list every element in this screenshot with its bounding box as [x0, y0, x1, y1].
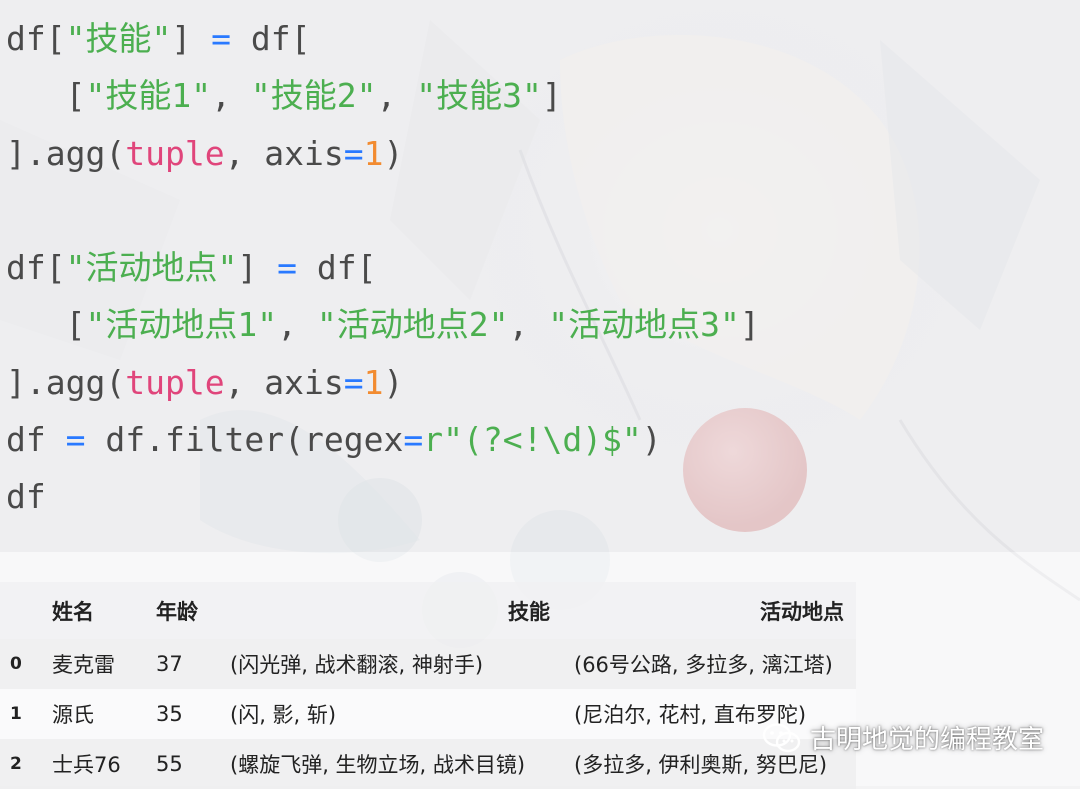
cell-age: 37 — [144, 639, 218, 689]
code-token: 1 — [363, 362, 384, 402]
column-header-age: 年龄 — [144, 582, 218, 639]
code-token: tuple — [125, 362, 225, 402]
code-token: "活动地点1" — [85, 305, 278, 345]
cell-place: (66号公路, 多拉多, 漓江塔) — [562, 639, 856, 689]
code-token: , — [211, 76, 251, 116]
code-token: = — [211, 19, 231, 58]
cell-skill: (闪, 影, 斩) — [218, 689, 562, 739]
watermark-text: 古明地觉的编程教室 — [809, 725, 1044, 755]
code-token: = — [403, 420, 424, 460]
code-token: tuple — [125, 133, 225, 173]
column-header-name: 姓名 — [40, 582, 144, 639]
code-token: ].agg( — [6, 362, 126, 402]
code-token: df[ — [6, 19, 66, 58]
code-token: = — [343, 362, 364, 402]
code-token: "活动地点3" — [548, 305, 740, 345]
code-token: [ — [6, 305, 86, 345]
row-index: 1 — [0, 689, 40, 739]
code-token: "活动地点" — [65, 248, 238, 288]
code-token: ) — [383, 362, 404, 402]
code-token: df[ — [230, 19, 311, 58]
code-token: r"(?<!\d)$" — [423, 420, 642, 460]
code-line[interactable]: df["活动地点"] = df[ — [6, 239, 760, 296]
code-token: df.filter(regex — [85, 420, 404, 460]
code-token: , — [277, 305, 317, 345]
code-token: df — [6, 420, 66, 460]
code-token: "技能2" — [250, 76, 377, 116]
dataframe-table: 姓名 年龄 技能 活动地点 0 麦克雷 37 (闪光弹, 战术翻滚, 神射手) … — [0, 582, 856, 789]
code-token: , — [376, 76, 417, 116]
column-header-skill: 技能 — [218, 582, 562, 639]
code-line[interactable]: ["活动地点1", "活动地点2", "活动地点3"] — [6, 296, 760, 353]
watermark: 古明地觉的编程教室 — [762, 719, 1044, 756]
cell-age: 55 — [144, 739, 218, 789]
code-line[interactable]: df = df.filter(regex=r"(?<!\d)$") — [6, 411, 760, 468]
code-line[interactable]: ].agg(tuple, axis=1) — [6, 125, 760, 182]
code-editor[interactable]: df["技能"] = df[ ["技能1", "技能2", "技能3"]].ag… — [6, 10, 760, 526]
code-token: ] — [171, 19, 212, 58]
wechat-icon — [762, 722, 802, 754]
table-row: 0 麦克雷 37 (闪光弹, 战术翻滚, 神射手) (66号公路, 多拉多, 漓… — [0, 639, 856, 689]
cell-name: 麦克雷 — [40, 639, 144, 689]
code-token: ].agg( — [6, 133, 126, 173]
code-token: , — [508, 305, 549, 345]
row-index: 0 — [0, 639, 40, 689]
code-token: "技能1" — [85, 76, 212, 116]
code-token: ] — [739, 305, 760, 345]
code-token: = — [65, 420, 86, 460]
table-header-row: 姓名 年龄 技能 活动地点 — [0, 582, 856, 639]
table-row: 2 士兵76 55 (螺旋飞弹, 生物立场, 战术目镜) (多拉多, 伊利奥斯,… — [0, 739, 856, 789]
code-line[interactable] — [6, 182, 760, 239]
code-token: 1 — [363, 133, 384, 173]
code-token: ] — [541, 76, 562, 116]
code-token: [ — [6, 76, 86, 116]
code-token: "技能3" — [416, 76, 542, 116]
code-line[interactable]: ].agg(tuple, axis=1) — [6, 354, 760, 411]
code-token: ] — [237, 248, 278, 288]
code-token: , axis — [224, 133, 344, 173]
code-token: = — [277, 248, 297, 288]
code-token: ) — [383, 133, 404, 173]
code-token: "活动地点2" — [316, 305, 509, 345]
row-index: 2 — [0, 739, 40, 789]
column-header-place: 活动地点 — [562, 582, 856, 639]
code-line[interactable]: df["技能"] = df[ — [6, 10, 760, 67]
cell-skill: (闪光弹, 战术翻滚, 神射手) — [218, 639, 562, 689]
code-token: ) — [641, 420, 662, 460]
table-row: 1 源氏 35 (闪, 影, 斩) (尼泊尔, 花村, 直布罗陀) — [0, 689, 856, 739]
code-cell[interactable]: df["技能"] = df[ ["技能1", "技能2", "技能3"]].ag… — [0, 0, 1080, 552]
code-token: "技能" — [65, 19, 172, 58]
code-token: , axis — [224, 362, 344, 402]
code-token: df — [6, 477, 46, 517]
code-line[interactable]: df — [6, 468, 760, 525]
code-line[interactable]: ["技能1", "技能2", "技能3"] — [6, 67, 760, 124]
cell-name: 士兵76 — [40, 739, 144, 789]
code-token: df[ — [6, 248, 66, 288]
index-header — [0, 582, 40, 639]
cell-name: 源氏 — [40, 689, 144, 739]
cell-skill: (螺旋飞弹, 生物立场, 战术目镜) — [218, 739, 562, 789]
cell-age: 35 — [144, 689, 218, 739]
code-token: df[ — [296, 248, 377, 288]
code-token: = — [343, 133, 364, 173]
